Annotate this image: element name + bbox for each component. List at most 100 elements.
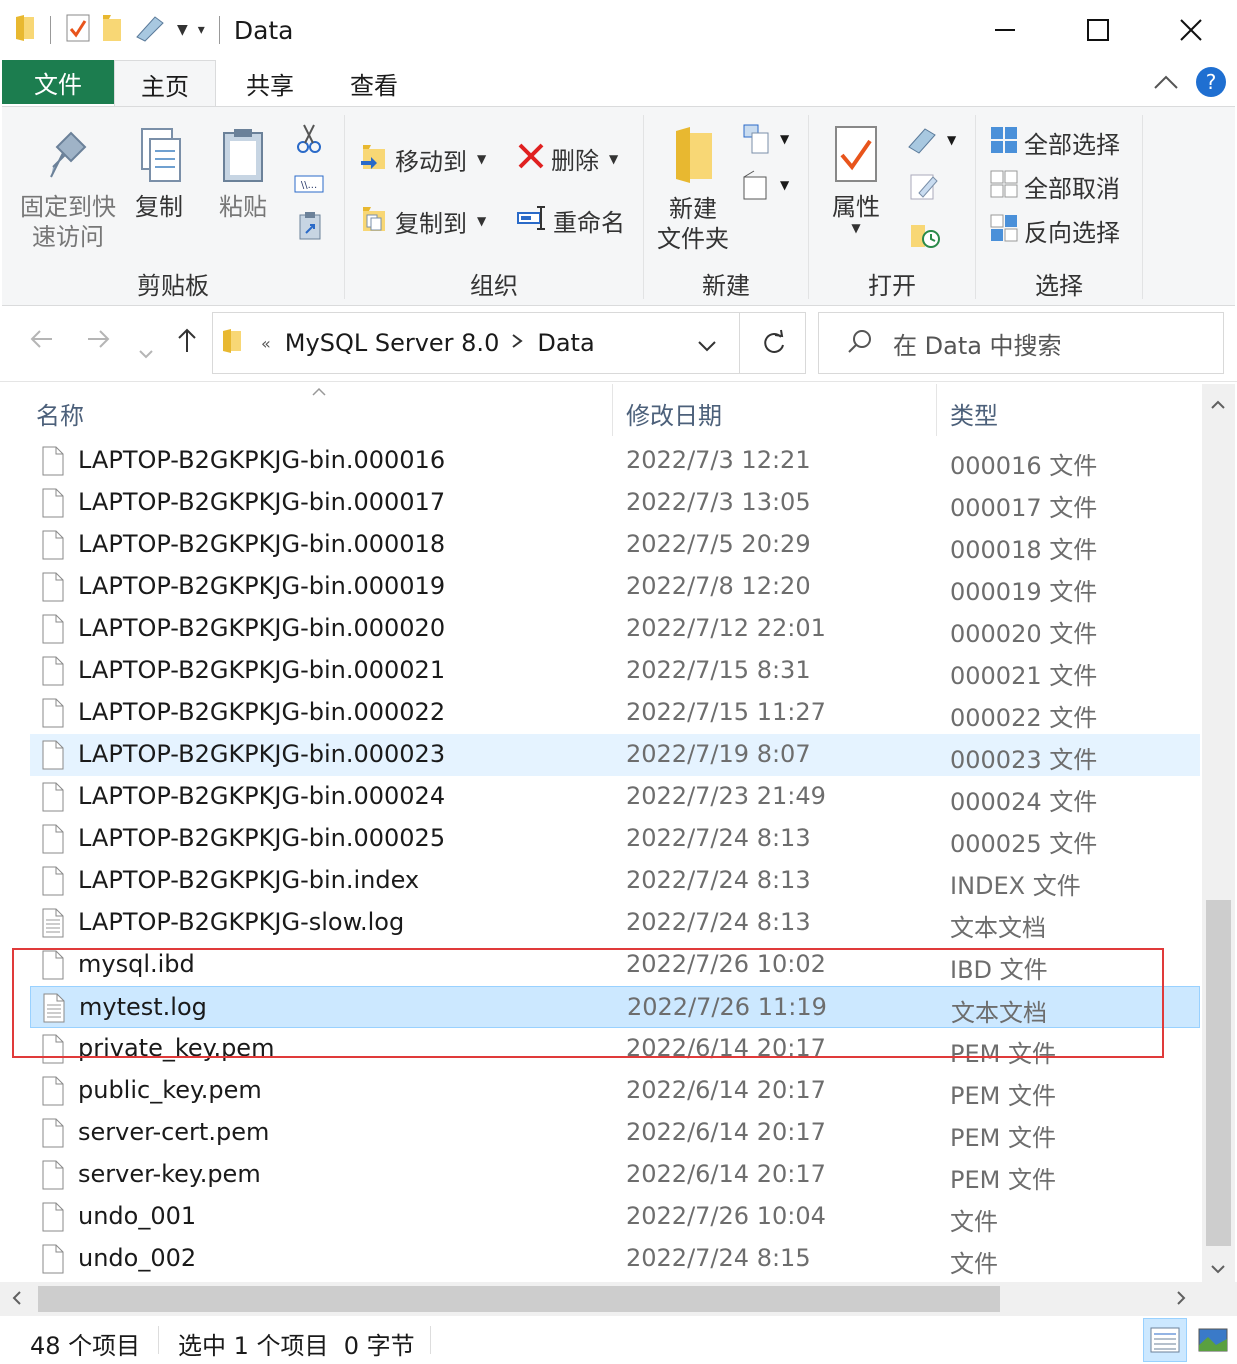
tab-view[interactable]: 查看 <box>322 60 426 106</box>
file-name[interactable]: server-key.pem <box>78 1160 261 1188</box>
file-row[interactable]: undo_002 2022/7/24 8:15 文件 <box>30 1238 1200 1280</box>
customize-toolbar-icon[interactable]: ▾ <box>198 22 205 38</box>
file-name[interactable]: LAPTOP-B2GKPKJG-bin.000023 <box>78 740 445 768</box>
back-button[interactable] <box>28 326 54 359</box>
recent-locations-button[interactable] <box>138 336 154 366</box>
history-icon[interactable] <box>909 219 941 253</box>
column-type[interactable]: 类型 <box>950 396 998 431</box>
scroll-down-icon[interactable] <box>1210 1258 1226 1279</box>
chevron-down-icon[interactable]: ▼ <box>177 22 188 38</box>
file-row[interactable]: LAPTOP-B2GKPKJG-bin.000016 2022/7/3 12:21… <box>30 440 1200 482</box>
file-row[interactable]: LAPTOP-B2GKPKJG-bin.000018 2022/7/5 20:29… <box>30 524 1200 566</box>
address-bar[interactable]: « MySQL Server 8.0 Data <box>212 312 806 374</box>
breadcrumb-data[interactable]: Data <box>537 329 594 357</box>
file-name[interactable]: LAPTOP-B2GKPKJG-bin.000022 <box>78 698 445 726</box>
file-row[interactable]: mytest.log 2022/7/26 11:19 文本文档 <box>30 986 1200 1028</box>
file-row[interactable]: server-key.pem 2022/6/14 20:17 PEM 文件 <box>30 1154 1200 1196</box>
file-name[interactable]: server-cert.pem <box>78 1118 269 1146</box>
scroll-right-icon[interactable] <box>1176 1290 1186 1311</box>
pin-quick-access-button[interactable]: 固定到快 速访问 <box>16 125 120 252</box>
file-row[interactable]: LAPTOP-B2GKPKJG-slow.log 2022/7/24 8:13 文本… <box>30 902 1200 944</box>
scroll-left-icon[interactable] <box>12 1290 22 1311</box>
file-row[interactable]: LAPTOP-B2GKPKJG-bin.000024 2022/7/23 21:4… <box>30 776 1200 818</box>
invert-selection-button[interactable]: 反向选择 <box>990 213 1120 248</box>
tab-file[interactable]: 文件 <box>2 60 114 104</box>
file-name[interactable]: LAPTOP-B2GKPKJG-bin.000018 <box>78 530 445 558</box>
vertical-scrollbar[interactable] <box>1202 384 1235 1282</box>
breadcrumb-mysql-server[interactable]: MySQL Server 8.0 <box>285 329 500 357</box>
chevron-right-icon[interactable] <box>511 333 524 353</box>
column-date[interactable]: 修改日期 <box>626 396 722 431</box>
file-row[interactable]: LAPTOP-B2GKPKJG-bin.index 2022/7/24 8:13 I… <box>30 860 1200 902</box>
new-folder-button[interactable]: 新建 文件夹 <box>648 125 738 254</box>
column-name[interactable]: 名称 <box>36 396 84 431</box>
horizontal-scroll-thumb[interactable] <box>38 1286 1000 1312</box>
up-button[interactable] <box>174 326 200 361</box>
file-name[interactable]: mytest.log <box>79 993 207 1021</box>
select-all-button[interactable]: 全部选择 <box>990 125 1120 160</box>
easy-access-button[interactable]: ▼ <box>742 169 789 201</box>
open-button[interactable]: ▼ <box>905 125 956 155</box>
file-row[interactable]: LAPTOP-B2GKPKJG-bin.000021 2022/7/15 8:31… <box>30 650 1200 692</box>
file-row[interactable]: mysql.ibd 2022/7/26 10:02 IBD 文件 <box>30 944 1200 986</box>
help-icon[interactable]: ? <box>1195 66 1227 102</box>
new-item-button[interactable]: ▼ <box>742 123 789 155</box>
edit-icon[interactable] <box>909 171 939 205</box>
delete-button[interactable]: 删除 ▼ <box>517 141 618 176</box>
properties-check-icon[interactable] <box>65 13 91 47</box>
scroll-up-icon[interactable] <box>1210 394 1226 415</box>
copy-path-icon[interactable]: \\... <box>294 173 324 199</box>
file-name[interactable]: LAPTOP-B2GKPKJG-bin.000017 <box>78 488 445 516</box>
rename-button[interactable]: 重命名 <box>517 203 625 238</box>
file-name[interactable]: LAPTOP-B2GKPKJG-bin.000021 <box>78 656 445 684</box>
file-row[interactable]: private_key.pem 2022/6/14 20:17 PEM 文件 <box>30 1028 1200 1070</box>
file-name[interactable]: LAPTOP-B2GKPKJG-bin.000024 <box>78 782 445 810</box>
file-name[interactable]: LAPTOP-B2GKPKJG-bin.000020 <box>78 614 445 642</box>
file-row[interactable]: LAPTOP-B2GKPKJG-bin.000017 2022/7/3 13:05… <box>30 482 1200 524</box>
copy-to-button[interactable]: 复制到 ▼ <box>359 203 486 239</box>
file-name[interactable]: public_key.pem <box>78 1076 262 1104</box>
select-none-button[interactable]: 全部取消 <box>990 169 1120 204</box>
column-resize-handle[interactable] <box>936 384 937 436</box>
file-row[interactable]: LAPTOP-B2GKPKJG-bin.000023 2022/7/19 8:07… <box>30 734 1200 776</box>
column-resize-handle[interactable] <box>612 384 613 436</box>
rename-icon[interactable] <box>133 13 167 47</box>
file-name[interactable]: private_key.pem <box>78 1034 274 1062</box>
refresh-icon[interactable] <box>761 329 787 361</box>
file-name[interactable]: LAPTOP-B2GKPKJG-bin.000019 <box>78 572 445 600</box>
tab-home[interactable]: 主页 <box>114 60 216 108</box>
paste-button[interactable]: 粘贴 <box>208 125 278 222</box>
file-row[interactable]: LAPTOP-B2GKPKJG-bin.000020 2022/7/12 22:0… <box>30 608 1200 650</box>
file-name[interactable]: LAPTOP-B2GKPKJG-slow.log <box>78 908 404 936</box>
file-name[interactable]: LAPTOP-B2GKPKJG-bin.000016 <box>78 446 445 474</box>
file-row[interactable]: LAPTOP-B2GKPKJG-bin.000019 2022/7/8 12:20… <box>30 566 1200 608</box>
close-button[interactable] <box>1144 0 1237 60</box>
breadcrumb-overflow[interactable]: « <box>261 334 271 353</box>
file-row[interactable]: LAPTOP-B2GKPKJG-bin.000022 2022/7/15 11:2… <box>30 692 1200 734</box>
paste-shortcut-icon[interactable] <box>298 211 322 245</box>
vertical-scroll-thumb[interactable] <box>1206 900 1231 1246</box>
copy-button[interactable]: 复制 <box>124 125 194 222</box>
file-row[interactable]: undo_001 2022/7/26 10:04 文件 <box>30 1196 1200 1238</box>
details-view-button[interactable] <box>1143 1318 1187 1362</box>
move-to-button[interactable]: 移动到 ▼ <box>359 141 486 177</box>
file-name[interactable]: LAPTOP-B2GKPKJG-bin.index <box>78 866 419 894</box>
search-box[interactable]: 在 Data 中搜索 <box>818 312 1224 374</box>
file-name[interactable]: undo_002 <box>78 1244 196 1272</box>
horizontal-scrollbar[interactable] <box>0 1282 1202 1316</box>
maximize-button[interactable] <box>1051 0 1144 60</box>
forward-button[interactable] <box>86 326 112 359</box>
file-row[interactable]: public_key.pem 2022/6/14 20:17 PEM 文件 <box>30 1070 1200 1112</box>
properties-button[interactable]: 属性 ▼ <box>819 125 893 234</box>
large-icons-view-button[interactable] <box>1191 1318 1235 1362</box>
address-history-dropdown[interactable] <box>697 337 717 356</box>
file-row[interactable]: LAPTOP-B2GKPKJG-bin.000025 2022/7/24 8:13… <box>30 818 1200 860</box>
file-name[interactable]: undo_001 <box>78 1202 196 1230</box>
collapse-ribbon-icon[interactable] <box>1153 74 1179 94</box>
file-name[interactable]: mysql.ibd <box>78 950 195 978</box>
minimize-button[interactable] <box>958 0 1051 60</box>
file-name[interactable]: LAPTOP-B2GKPKJG-bin.000025 <box>78 824 445 852</box>
new-folder-icon[interactable] <box>101 13 123 47</box>
cut-icon[interactable] <box>296 123 322 159</box>
search-input[interactable]: 在 Data 中搜索 <box>893 326 1062 361</box>
